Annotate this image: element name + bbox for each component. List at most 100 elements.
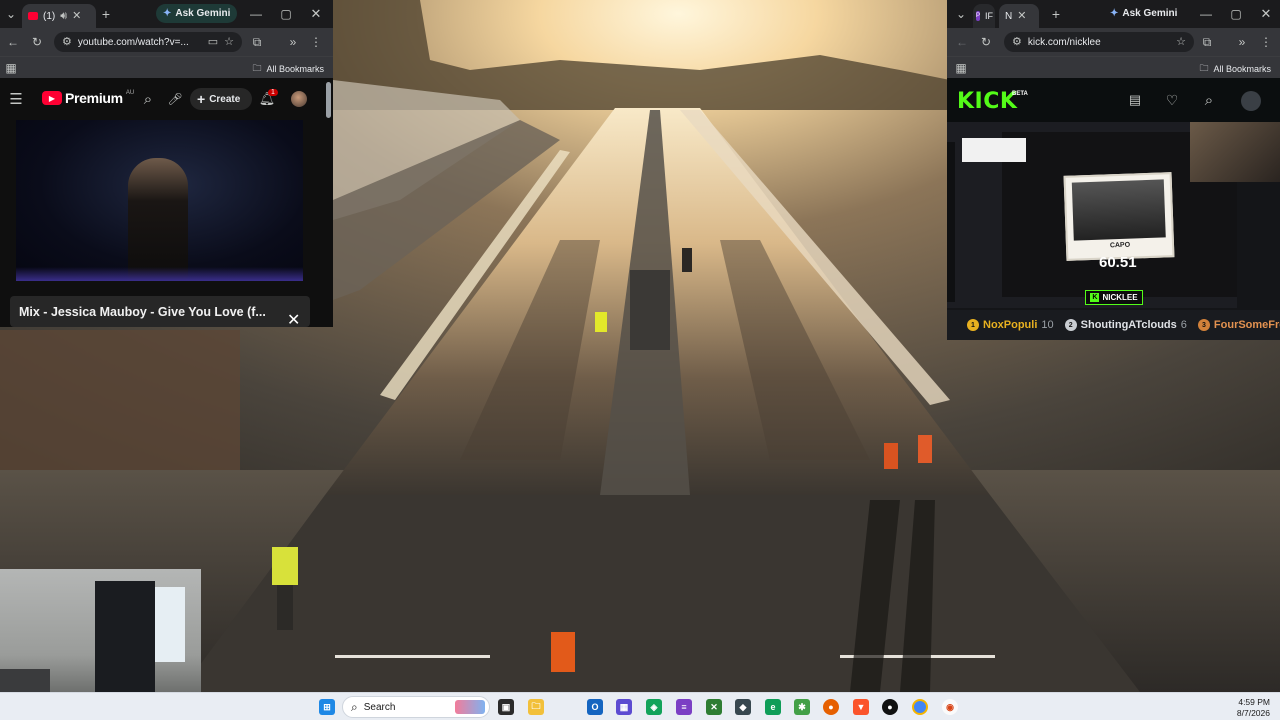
microphone-icon[interactable]: 🎤︎	[167, 91, 182, 107]
all-bookmarks-button[interactable]: 🗀 All Bookmarks	[252, 61, 324, 77]
menu-kebab-icon[interactable]: ⋮	[1260, 34, 1272, 50]
mix-title-text: Mix - Jessica Mauboy - Give You Love (f.…	[19, 304, 266, 319]
tab-youtube[interactable]: (1) 🔊︎ ✕	[22, 4, 96, 28]
bookmark-star-icon[interactable]: ☆	[1176, 36, 1186, 48]
browser-window-kick: ⌄ P IF N ✕ + ✦ Ask Gemini — ▢ ✕ ← ↻ ⚙︎ k…	[947, 0, 1280, 340]
overflow-chevron-icon[interactable]: »	[1235, 34, 1249, 50]
brave-icon[interactable]: ▼	[853, 699, 869, 715]
webcam-overlay	[0, 569, 201, 692]
create-button[interactable]: + Create	[190, 88, 252, 110]
gemini-sparkle-icon: ✦	[163, 8, 172, 19]
tab-search-icon[interactable]: ⌄	[955, 6, 967, 22]
leaderboard-count: 10	[1041, 319, 1054, 331]
following-heart-icon[interactable]: ♡	[1164, 92, 1180, 108]
folder-icon: 🗀	[1199, 63, 1209, 73]
reload-icon[interactable]: ↻	[979, 34, 993, 50]
hamburger-menu-icon[interactable]: ☰	[9, 91, 23, 108]
address-bar[interactable]: ⚙︎ youtube.com/watch?v=... ▭ ☆	[54, 32, 242, 52]
tab-favicon-icon: P	[976, 11, 981, 21]
leaderboard-name: NoxPopuli	[983, 319, 1038, 331]
start-windows-icon[interactable]: ⊞	[319, 699, 335, 715]
browse-icon[interactable]: ▤	[1127, 92, 1143, 108]
app-orange-icon[interactable]: ◉	[942, 699, 958, 715]
streamer-facecam	[1190, 122, 1280, 182]
window-close-icon[interactable]: ✕	[310, 6, 322, 22]
site-info-icon[interactable]: ⚙︎	[1012, 36, 1022, 48]
apps-grid-icon[interactable]: ▦	[955, 60, 967, 76]
menu-kebab-icon[interactable]: ⋮	[310, 34, 322, 50]
tab1-label: IF	[985, 11, 994, 21]
system-clock[interactable]: 4:59 PM 8/7/2026	[1237, 697, 1270, 719]
tab-pinned[interactable]: P IF	[973, 4, 995, 28]
leaderboard-entry[interactable]: 3 FourSomeFreak 5	[1197, 319, 1280, 331]
video-player[interactable]	[16, 120, 303, 281]
youtube-logo[interactable]: ▶ Premium AU	[42, 90, 134, 106]
reload-icon[interactable]: ↻	[30, 34, 44, 50]
ask-gemini-button[interactable]: ✦ Ask Gemini	[156, 4, 238, 23]
task-view-icon[interactable]: ▣	[498, 699, 514, 715]
address-bar[interactable]: ⚙︎ kick.com/nicklee ☆	[1004, 32, 1194, 52]
extensions-icon[interactable]: ⧉	[1200, 34, 1214, 50]
search-icon[interactable]: ⌕	[140, 91, 156, 108]
bookmark-star-icon[interactable]: ☆	[224, 36, 234, 48]
outlook-icon[interactable]: O	[587, 699, 603, 715]
stream-card-name: CAPO	[1109, 241, 1131, 250]
scrollbar-thumb[interactable]	[326, 82, 331, 118]
leaderboard-entry[interactable]: 1 NoxPopuli 10	[967, 319, 1054, 331]
cast-icon[interactable]: ▭	[208, 36, 218, 48]
edge-icon[interactable]: e	[765, 699, 781, 715]
obs-record-icon[interactable]: ●	[882, 699, 898, 715]
app-icon[interactable]: ◆	[735, 699, 751, 715]
overflow-chevron-icon[interactable]: »	[286, 34, 300, 50]
kick-beta-tag: BETA	[1012, 91, 1028, 97]
kick-logo[interactable]: KICK	[957, 89, 1017, 114]
new-tab-button[interactable]: +	[100, 6, 112, 22]
webcam-curtain	[95, 581, 155, 692]
ask-gemini-button[interactable]: ✦ Ask Gemini	[1103, 4, 1184, 23]
clipchamp-icon[interactable]: ≡	[676, 699, 692, 715]
streamer-name: NICKLEE	[1102, 293, 1138, 302]
miniplayer-close-icon[interactable]: ✕	[287, 310, 300, 327]
taskbar-search[interactable]: ⌕ Search	[342, 696, 490, 718]
file-explorer-icon[interactable]: 🗀	[528, 699, 544, 715]
new-tab-button[interactable]: +	[1050, 6, 1062, 22]
minimize-icon[interactable]: —	[1200, 6, 1212, 22]
apps-grid-icon[interactable]: ▦	[5, 60, 17, 76]
search-icon[interactable]: ⌕	[1201, 92, 1217, 109]
minimize-icon[interactable]: —	[250, 6, 262, 22]
stream-player[interactable]: CAPO 60.51 K NICKLEE	[947, 122, 1280, 310]
miniplayer-title[interactable]: Mix - Jessica Mauboy - Give You Love (f.…	[10, 296, 310, 327]
all-bookmarks-button[interactable]: 🗀 All Bookmarks	[1199, 61, 1271, 77]
site-info-icon[interactable]: ⚙︎	[62, 36, 72, 48]
youtube-play-icon: ▶	[42, 91, 62, 105]
window-close-icon[interactable]: ✕	[1260, 6, 1272, 22]
chrome-icon[interactable]	[912, 699, 928, 715]
back-icon[interactable]: ←	[6, 34, 20, 50]
firefox-icon[interactable]: ●	[823, 699, 839, 715]
tab-strip: ⌄ (1) 🔊︎ ✕ + ✦ Ask Gemini — ▢ ✕	[0, 0, 333, 28]
back-icon[interactable]: ←	[955, 34, 969, 50]
tab-close-icon[interactable]: ✕	[72, 10, 81, 22]
leaderboard-entry[interactable]: 2 ShoutingATclouds 6	[1064, 319, 1187, 331]
maximize-icon[interactable]: ▢	[280, 6, 292, 22]
tab-kick[interactable]: N ✕	[999, 4, 1039, 28]
tab-search-icon[interactable]: ⌄	[4, 6, 18, 22]
stage-light-glow	[16, 267, 303, 281]
extensions-icon[interactable]: ⧉	[250, 34, 264, 50]
speaker-icon[interactable]: 🔊︎	[60, 10, 67, 22]
search-icon: ⌕	[351, 699, 358, 714]
stream-card: CAPO	[1063, 172, 1175, 261]
tab-close-icon[interactable]: ✕	[1017, 10, 1026, 22]
all-bookmarks-label: All Bookmarks	[1213, 64, 1271, 74]
xbox-icon[interactable]: ✕	[706, 699, 722, 715]
kick-k-icon: K	[1090, 293, 1100, 302]
calculator-app-icon[interactable]: ▦	[616, 699, 632, 715]
folder-icon: 🗀	[252, 63, 262, 73]
stream-card-value: 60.51	[1099, 254, 1137, 271]
bookmarks-bar: ▦ 🗀 All Bookmarks	[947, 56, 1280, 78]
avatar[interactable]	[291, 91, 307, 107]
maximize-icon[interactable]: ▢	[1230, 6, 1242, 22]
puzzle-app-icon[interactable]: ✱	[794, 699, 810, 715]
avatar[interactable]	[1241, 91, 1261, 111]
android-studio-icon[interactable]: ◈	[646, 699, 662, 715]
